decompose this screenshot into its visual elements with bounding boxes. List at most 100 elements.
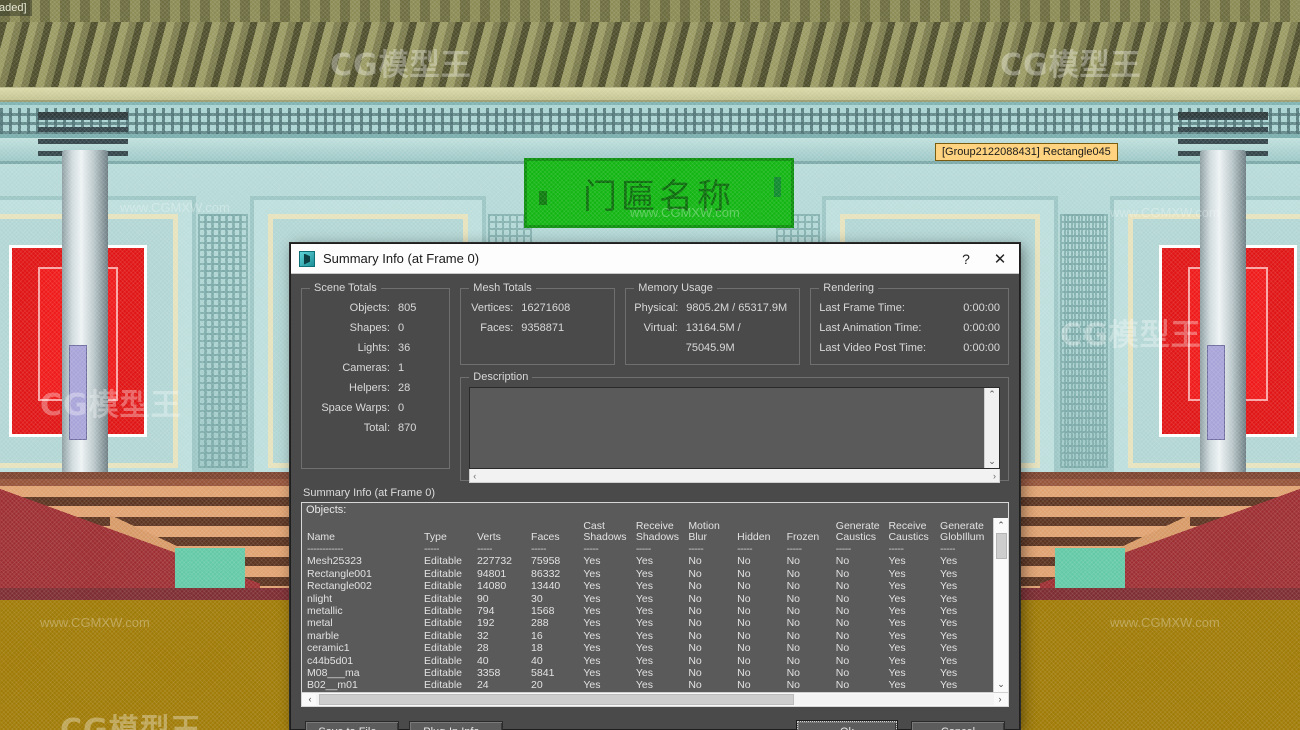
cell-name: B02__m01 (307, 679, 358, 692)
description-horizontal-scrollbar[interactable]: ‹ › (469, 469, 1000, 483)
cancel-button[interactable]: Cancel (911, 720, 1005, 730)
cell-motion-blur: No (688, 567, 702, 580)
table-row[interactable]: metallic Editable 794 1568 Yes Yes No No No No Yes… (307, 605, 993, 617)
description-value[interactable] (470, 388, 984, 468)
plug-in-info-button[interactable]: Plug-In Info... (409, 720, 503, 730)
cell-receive-shadows: Yes (635, 654, 653, 667)
table-row[interactable]: marble Editable 32 16 Yes Yes No No No No Yes Yes (307, 630, 993, 642)
cell-faces: 1568 (531, 605, 555, 618)
scroll-down-icon[interactable]: ⌄ (997, 678, 1005, 692)
cell-name: ceramic1 (307, 642, 350, 655)
col-verts: Verts (477, 521, 531, 543)
cell-type: Editable (424, 555, 462, 568)
cell-hidden: No (737, 667, 751, 680)
objects-list-body[interactable]: Name Type Verts Faces Cast Shadows Receiv… (302, 518, 1008, 692)
cell-frozen: No (786, 629, 801, 642)
cell-generate-globillum: Yes (940, 567, 958, 580)
door-lattice-left (1064, 214, 1108, 468)
objects-table-head: Name Type Verts Faces Cast Shadows Receiv… (307, 521, 993, 556)
scene-helpers-row: Helpers: 28 (310, 378, 441, 398)
table-row[interactable]: M08___ma Editable 3358 5841 Yes Yes No No No No Ye… (307, 667, 993, 679)
objects-horizontal-scrollbar[interactable]: ‹ › (302, 691, 1008, 706)
scene-lights-row: Lights: 36 (310, 338, 441, 358)
horizontal-scrollbar-track[interactable] (316, 693, 994, 705)
cell-motion-blur: No (688, 654, 702, 667)
close-icon[interactable]: ✕ (983, 245, 1017, 273)
cell-hidden: No (737, 679, 751, 692)
vertical-scrollbar-thumb[interactable] (995, 533, 1007, 559)
cell-receive-caustics: Yes (888, 605, 906, 618)
scroll-up-icon[interactable]: ⌃ (988, 389, 996, 400)
scene-totals-group: Scene Totals Objects: 805 Shapes: 0 Lights… (301, 282, 451, 469)
col-receive-shadows: Receive Shadows (636, 521, 689, 543)
ok-button[interactable]: Ok (796, 719, 898, 730)
sep-name: ------------ (307, 543, 343, 555)
table-row[interactable]: c44b5d01 Editable 40 40 Yes Yes No No No No Yes Yes (307, 655, 993, 667)
save-to-file-button[interactable]: Save to File... (305, 720, 399, 730)
cell-verts: 40 (476, 654, 489, 667)
col-name: Name (307, 521, 424, 543)
col-generate-caustics-line2: Caustics (835, 531, 877, 543)
scroll-right-icon[interactable]: › (993, 471, 996, 481)
last-frame-time-row: Last Frame Time: 0:00:00 (819, 298, 1000, 318)
scroll-right-icon[interactable]: › (994, 694, 1006, 704)
status-line: Summary Info (at Frame 0) (303, 487, 436, 499)
cell-type: Editable (424, 629, 462, 642)
description-textarea[interactable]: ⌃ ⌄ (469, 387, 1000, 469)
col-motion-blur: Motion Blur (688, 521, 737, 543)
horizontal-scrollbar-thumb[interactable] (319, 693, 794, 705)
cell-type: Editable (424, 592, 462, 605)
objects-list-panel[interactable]: Objects: Name Type Verts Faces Cast Shado… (301, 502, 1009, 707)
cell-cast-shadows: Yes (583, 629, 601, 642)
mesh-faces-row: Faces: 9358871 (469, 318, 606, 338)
cell-frozen: No (786, 642, 801, 655)
table-row[interactable]: B02__m01 Editable 24 20 Yes Yes No No No No Yes Yes (307, 679, 993, 691)
objects-table-body[interactable]: Mesh25323 Editable 227732 75958 Yes Yes No No No… (307, 555, 993, 691)
mesh-faces-value: 9358871 (521, 322, 565, 334)
cell-receive-caustics: Yes (888, 567, 906, 580)
cell-generate-globillum: Yes (940, 642, 958, 655)
description-vertical-scrollbar[interactable]: ⌃ ⌄ (984, 388, 999, 468)
dialog-titlebar[interactable]: Summary Info (at Frame 0) ? ✕ (291, 244, 1019, 274)
scroll-left-icon[interactable]: ‹ (304, 694, 316, 704)
table-row[interactable]: Rectangle002 Editable 14080 13440 Yes Yes No No… (307, 580, 993, 592)
cell-generate-globillum: Yes (940, 605, 958, 618)
help-icon[interactable]: ? (949, 245, 983, 273)
table-row[interactable]: ceramic1 Editable 28 18 Yes Yes No No No No Yes Yes (307, 642, 993, 654)
memory-virtual-label: Virtual: (643, 322, 678, 334)
last-video-post-time-value: 0:00:00 (963, 342, 1000, 354)
objects-list-scroll-area[interactable]: Name Type Verts Faces Cast Shadows Receiv… (302, 518, 993, 692)
scroll-down-icon[interactable]: ⌄ (988, 456, 996, 467)
col-type: Type (424, 521, 477, 543)
cell-hidden: No (737, 592, 751, 605)
cell-receive-caustics: Yes (888, 580, 906, 593)
cell-generate-caustics: No (835, 642, 850, 655)
last-frame-time-label: Last Frame Time: (819, 302, 905, 314)
scroll-left-icon[interactable]: ‹ (473, 471, 476, 481)
cell-faces: 30 (531, 592, 543, 605)
cell-receive-shadows: Yes (635, 580, 653, 593)
viewport-label: aded] (0, 0, 32, 16)
table-row[interactable]: Rectangle001 Editable 94801 86332 Yes Yes No No… (307, 568, 993, 580)
cell-generate-globillum: Yes (940, 679, 958, 692)
memory-virtual-value: 13164.5M / 75045.9M (685, 322, 741, 354)
scene-totals-legend: Scene Totals (314, 282, 377, 294)
table-row[interactable]: Mesh25323 Editable 227732 75958 Yes Yes No No No… (307, 555, 993, 567)
cell-cast-shadows: Yes (583, 654, 601, 667)
rendering-group: Rendering Last Frame Time: 0:00:00 Last A… (810, 282, 1009, 365)
dialog-title: Summary Info (at Frame 0) (323, 251, 480, 266)
table-row[interactable]: metal Editable 192 288 Yes Yes No No No No Yes Yes (307, 617, 993, 629)
cell-name: metal (307, 617, 333, 630)
objects-vertical-scrollbar[interactable]: ⌃ ⌄ (993, 518, 1008, 692)
cell-type: Editable (424, 642, 462, 655)
sep-generate-globillum: ----- (940, 543, 956, 555)
cell-frozen: No (786, 605, 801, 618)
table-row[interactable]: nlight Editable 90 30 Yes Yes No No No No Yes Yes (307, 593, 993, 605)
objects-table: Name Type Verts Faces Cast Shadows Receiv… (307, 521, 993, 692)
col-name-line2: Name (307, 531, 336, 543)
scene-spacewarps-row: Space Warps: 0 (310, 398, 441, 418)
memory-usage-group: Memory Usage Physical: 9805.2M / 65317.9M… (625, 282, 801, 365)
summary-info-dialog[interactable]: Summary Info (at Frame 0) ? ✕ Scene Tota… (290, 243, 1020, 730)
sep-type: ----- (424, 543, 440, 555)
scroll-up-icon[interactable]: ⌃ (997, 518, 1005, 532)
